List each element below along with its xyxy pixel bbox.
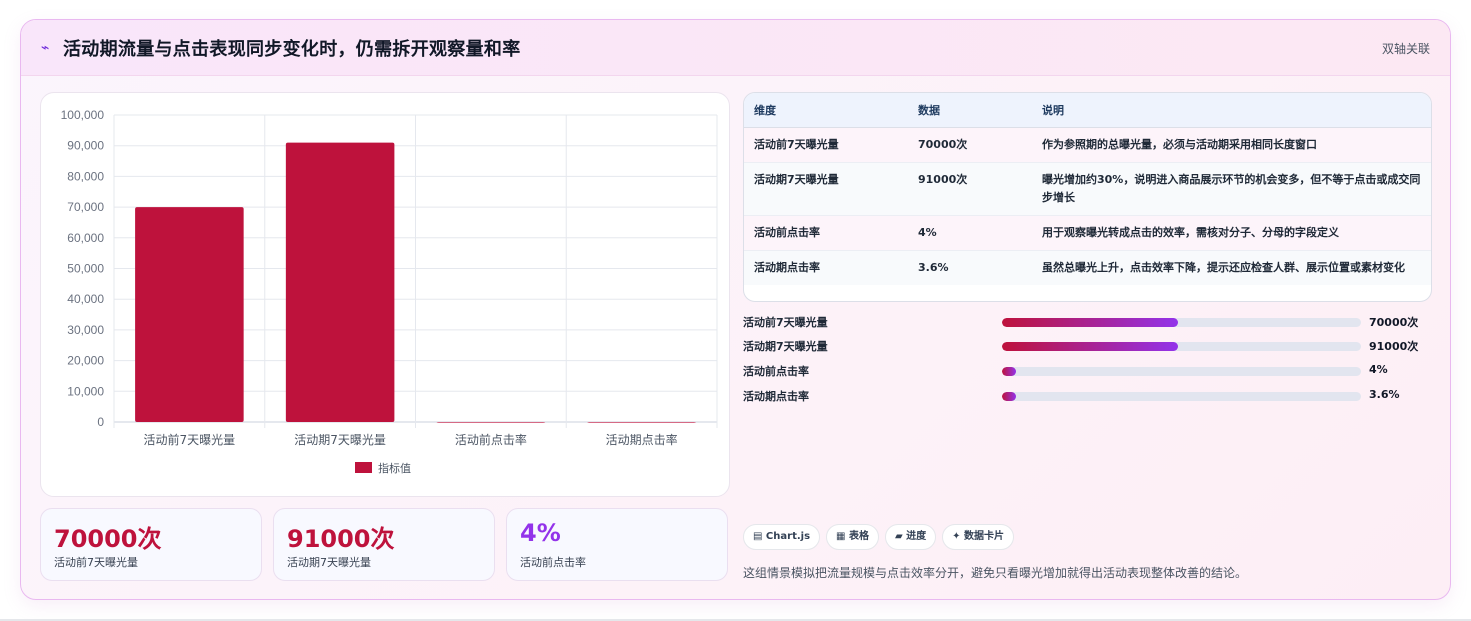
- y-tick-label: 0: [97, 415, 104, 429]
- progress-row: 活动前点击率 4%: [743, 363, 1433, 379]
- sparkline-icon: ⌁: [41, 40, 50, 56]
- kpi-value: 91000次: [287, 525, 395, 553]
- progress-value: 70000次: [1369, 316, 1419, 329]
- x-tick-label: 活动前7天曝光量: [144, 432, 236, 447]
- y-tick-label: 50,000: [67, 262, 104, 276]
- bar: [285, 142, 395, 422]
- y-tick-label: 30,000: [67, 323, 104, 337]
- progress-track: [1002, 342, 1361, 351]
- table-cell: 91000次: [908, 162, 1032, 216]
- table-cell: 活动前点击率: [744, 215, 908, 251]
- table-cell: 3.6%: [918, 260, 949, 274]
- progress-fill: [1002, 367, 1017, 376]
- bar: [436, 421, 546, 423]
- legend-label: 指标值: [378, 461, 411, 475]
- column-header: 数据: [908, 93, 1032, 128]
- table-cell: 活动期7天曝光量: [744, 162, 908, 216]
- progress-value: 4%: [1369, 363, 1388, 376]
- y-tick-label: 40,000: [67, 292, 104, 306]
- progress-fill: [1002, 392, 1017, 401]
- progress-value: 3.6%: [1369, 388, 1400, 401]
- table-row: 活动期7天曝光量 91000次 曝光增加约30%，说明进入商品展示环节的机会变多…: [744, 162, 1431, 216]
- kpi-card: 91000次 活动期7天曝光量: [273, 508, 495, 581]
- y-tick-label: 10,000: [67, 384, 104, 398]
- progress-row: 活动前7天曝光量 70000次: [743, 314, 1433, 330]
- kpi-card: 4% 活动前点击率: [506, 508, 728, 581]
- bar-chart-svg: 100,000 90,000 80,000 70,000 60,000 50,000 40,…: [61, 108, 718, 475]
- y-tick-label: 20,000: [67, 354, 104, 368]
- table-row: 活动期点击率 3.6% 虽然总曝光上升，点击效率下降，提示还应检查人群、展示位置…: [744, 250, 1431, 285]
- progress-row: 活动期7天曝光量 91000次: [743, 338, 1433, 354]
- y-tick-label: 90,000: [67, 139, 104, 153]
- main-card: ⌁ 活动期流量与点击表现同步变化时，仍需拆开观察量和率 双轴关联 100,000…: [20, 19, 1451, 600]
- table-header-row: 维度 数据 说明: [744, 93, 1431, 128]
- column-header: 维度: [744, 93, 908, 128]
- progress-label: 活动前点击率: [743, 365, 809, 378]
- bar: [135, 207, 244, 422]
- kpi-label: 活动前点击率: [520, 556, 586, 569]
- kpi-label: 活动前7天曝光量: [54, 556, 138, 569]
- kpi-value: 4%: [520, 519, 561, 547]
- table-row: 活动前7天曝光量 70000次 作为参照期的总曝光量，必须与活动期采用相同长度窗…: [744, 127, 1431, 163]
- progress-label: 活动期点击率: [743, 390, 809, 403]
- progress-track: [1002, 318, 1361, 327]
- kpi-label: 活动期7天曝光量: [287, 556, 371, 569]
- table-cell: 曝光增加约30%，说明进入商品展示环节的机会变多，但不等于点击或成交同步增长: [1032, 162, 1431, 216]
- kpi-card: 70000次 活动前7天曝光量: [40, 508, 262, 581]
- table-cell: 虽然总曝光上升，点击效率下降，提示还应检查人群、展示位置或素材变化: [1042, 260, 1405, 274]
- table-row: 活动前点击率 4% 用于观察曝光转成点击的效率，需核对分子、分母的字段定义: [744, 215, 1431, 251]
- bar-chart: 100,000 90,000 80,000 70,000 60,000 50,000 40,…: [40, 92, 730, 497]
- progress-label: 活动前7天曝光量: [743, 316, 828, 329]
- table-cell: 活动前7天曝光量: [744, 127, 908, 163]
- data-table: 维度 数据 说明 活动前7天曝光量 70000次 作为参照期的总曝光量，必须与活…: [743, 92, 1432, 302]
- table-cell: 4%: [908, 215, 1032, 251]
- table-cell: 70000次: [908, 127, 1032, 163]
- chip-chartjs[interactable]: ▤ Chart.js: [743, 524, 821, 550]
- tag-chips: ▤ Chart.js ▦ 表格 ▰ 进度 ✦ 数据卡片: [743, 524, 1020, 550]
- progress-label: 活动期7天曝光量: [743, 340, 828, 353]
- y-tick-label: 60,000: [67, 231, 104, 245]
- progress-value: 91000次: [1369, 340, 1419, 353]
- x-tick-label: 活动前点击率: [455, 432, 527, 447]
- card-header: ⌁ 活动期流量与点击表现同步变化时，仍需拆开观察量和率 双轴关联: [21, 20, 1450, 76]
- chip-progress[interactable]: ▰ 进度: [884, 524, 937, 550]
- progress-row: 活动期点击率 3.6%: [743, 388, 1433, 404]
- chip-data-card[interactable]: ✦ 数据卡片: [942, 524, 1015, 550]
- bar: [587, 421, 696, 423]
- column-header: 说明: [1032, 93, 1431, 128]
- progress-track: [1002, 367, 1361, 376]
- footnote: 这组情景模拟把流量规模与点击效率分开，避免只看曝光增加就得出活动表现整体改善的结…: [743, 566, 1248, 580]
- y-tick-label: 70,000: [67, 200, 104, 214]
- y-tick-label: 80,000: [67, 169, 104, 183]
- progress-fill: [1002, 318, 1178, 327]
- table-cell: 活动期点击率: [754, 260, 820, 274]
- kpi-value: 70000次: [54, 525, 162, 553]
- chip-table[interactable]: ▦ 表格: [826, 524, 879, 550]
- table-cell: 作为参照期的总曝光量，必须与活动期采用相同长度窗口: [1032, 127, 1431, 163]
- legend-swatch: [355, 462, 372, 473]
- x-tick-label: 活动期点击率: [606, 432, 678, 447]
- page-title: 活动期流量与点击表现同步变化时，仍需拆开观察量和率: [63, 39, 521, 60]
- y-tick-label: 100,000: [61, 108, 105, 122]
- table-cell: 用于观察曝光转成点击的效率，需核对分子、分母的字段定义: [1032, 215, 1431, 251]
- progress-track: [1002, 392, 1361, 401]
- progress-fill: [1002, 342, 1178, 351]
- dual-axis-link[interactable]: 双轴关联: [1382, 40, 1430, 57]
- x-tick-label: 活动期7天曝光量: [294, 433, 386, 447]
